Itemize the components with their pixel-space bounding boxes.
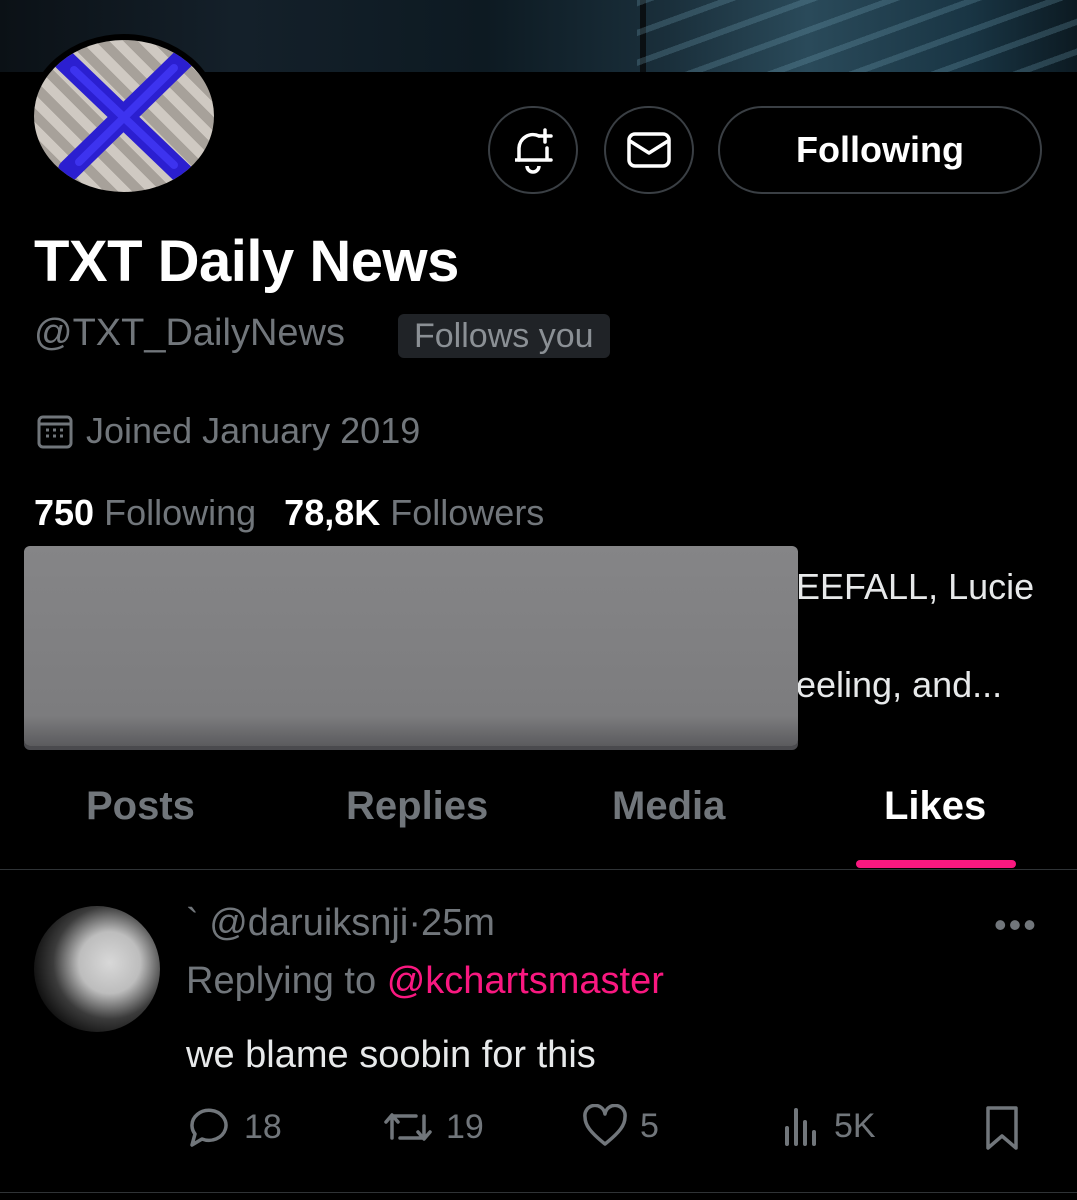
message-button[interactable] — [604, 106, 694, 194]
views-button[interactable]: 5K — [782, 1104, 876, 1148]
repost-icon — [384, 1113, 432, 1141]
calendar-icon — [37, 415, 73, 449]
profile-avatar[interactable] — [28, 34, 220, 198]
repost-button[interactable]: 19 — [382, 1104, 484, 1150]
active-tab-indicator — [856, 860, 1016, 868]
following-stat[interactable]: 750 Following — [34, 492, 256, 534]
bell-plus-icon — [515, 128, 553, 174]
repost-count: 19 — [446, 1107, 484, 1146]
bio-line-1: EEFALL, Lucie — [796, 566, 1035, 607]
profile-tabs: Posts Replies Media Likes — [0, 760, 1077, 870]
profile-name: TXT Daily News — [34, 229, 459, 294]
x-logo-icon — [53, 47, 195, 186]
post-time[interactable]: 25m — [421, 902, 495, 944]
views-chart-icon — [785, 1108, 816, 1146]
following-count: 750 — [34, 492, 95, 533]
replying-mention[interactable]: @kchartsmaster — [387, 960, 664, 1002]
post-handle[interactable]: @daruiksnji — [209, 902, 408, 944]
heart-icon — [583, 1104, 627, 1146]
reply-button[interactable]: 18 — [186, 1104, 282, 1150]
reply-icon — [190, 1108, 228, 1147]
bookmark-button[interactable] — [982, 1104, 1022, 1152]
replying-to: Replying to @kchartsmaster — [186, 960, 664, 1003]
profile-handle: @TXT_DailyNews — [34, 312, 345, 354]
tab-replies[interactable]: Replies — [346, 784, 488, 829]
tab-likes[interactable]: Likes — [884, 784, 986, 829]
post-action-bar: 18 19 5 5K — [0, 1104, 1077, 1160]
more-options-icon[interactable]: ••• — [994, 904, 1038, 946]
followers-label: Followers — [390, 492, 545, 533]
post-divider — [0, 1192, 1077, 1193]
post-header: ` @daruiksnji·25m — [186, 902, 495, 945]
post-display-name[interactable]: ` — [186, 902, 199, 944]
joined-text: Joined January 2019 — [86, 410, 421, 451]
bio-redaction-box — [24, 546, 798, 746]
banner-image-stairs — [637, 0, 1077, 72]
following-label: Following — [104, 492, 257, 533]
tab-media[interactable]: Media — [612, 784, 725, 829]
post-text: we blame soobin for this — [186, 1034, 596, 1076]
joined-date: Joined January 2019 — [36, 410, 420, 452]
followers-count: 78,8K — [284, 492, 381, 533]
following-button[interactable]: Following — [718, 106, 1042, 194]
avatar-image — [34, 40, 214, 192]
tab-posts[interactable]: Posts — [86, 784, 195, 829]
notification-bell-button[interactable] — [488, 106, 578, 194]
bio-line-2: eeling, and... — [796, 664, 1003, 705]
replying-label: Replying to — [186, 960, 377, 1002]
followers-stat[interactable]: 78,8K Followers — [284, 492, 544, 534]
follows-you-badge: Follows you — [398, 314, 610, 358]
reply-count: 18 — [244, 1107, 282, 1146]
views-count: 5K — [834, 1106, 876, 1145]
bookmark-icon — [986, 1106, 1018, 1150]
tabs-divider — [0, 869, 1077, 870]
like-button[interactable]: 5 — [582, 1104, 659, 1148]
like-count: 5 — [640, 1106, 659, 1145]
envelope-icon — [627, 132, 671, 168]
follow-stats: 750 Following 78,8K Followers — [34, 492, 544, 534]
post-author-avatar[interactable] — [34, 906, 160, 1032]
post-separator: · — [408, 902, 421, 944]
